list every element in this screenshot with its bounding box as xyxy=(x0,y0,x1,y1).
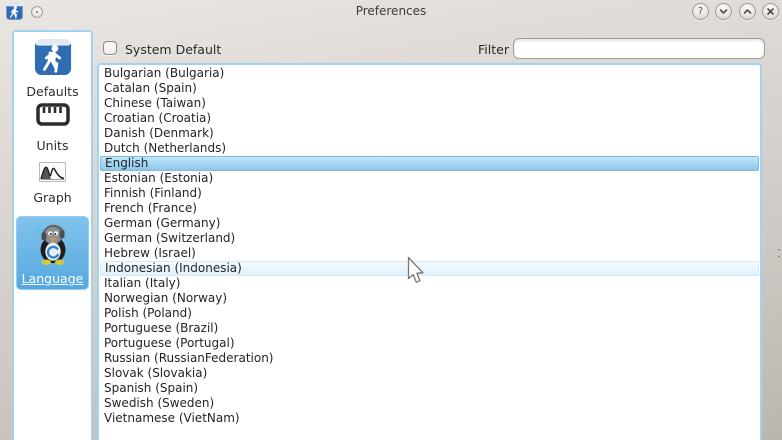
list-item[interactable]: Italian (Italy) xyxy=(100,276,759,291)
hiker-icon xyxy=(34,38,72,80)
list-item-hovered[interactable]: Indonesian (Indonesia) xyxy=(100,261,759,276)
list-item[interactable]: Bulgarian (Bulgaria) xyxy=(100,66,759,81)
list-item[interactable]: Hebrew (Israel) xyxy=(100,246,759,261)
list-item[interactable]: Dutch (Netherlands) xyxy=(100,141,759,156)
filter-input[interactable] xyxy=(513,38,765,59)
list-item[interactable]: Chinese (Taiwan) xyxy=(100,96,759,111)
close-icon xyxy=(765,6,776,17)
close-button[interactable] xyxy=(762,3,779,20)
list-item[interactable]: German (Switzerland) xyxy=(100,231,759,246)
sidebar-item-label: Units xyxy=(37,138,69,153)
list-item[interactable]: Swedish (Sweden) xyxy=(100,396,759,411)
list-item[interactable]: Catalan (Spain) xyxy=(100,81,759,96)
language-list: Bulgarian (Bulgaria) Catalan (Spain) Chi… xyxy=(97,63,762,440)
list-item-selected[interactable]: English xyxy=(100,156,759,171)
list-item[interactable]: Croatian (Croatia) xyxy=(100,111,759,126)
list-item[interactable]: Polish (Poland) xyxy=(100,306,759,321)
ruler-icon xyxy=(35,99,71,134)
list-item[interactable]: Finnish (Finland) xyxy=(100,186,759,201)
graph-icon xyxy=(39,162,66,186)
filter-label: Filter xyxy=(478,42,509,57)
system-default-label: System Default xyxy=(125,42,221,57)
list-item[interactable]: Spanish (Spain) xyxy=(100,381,759,396)
sidebar-item-label: Graph xyxy=(33,190,71,205)
list-item[interactable]: French (France) xyxy=(100,201,759,216)
sidebar-selected-highlight: Language xyxy=(16,216,89,290)
help-button[interactable]: ? xyxy=(692,3,709,20)
list-item[interactable]: German (Germany) xyxy=(100,216,759,231)
titlebar[interactable]: Preferences ? xyxy=(0,0,782,24)
list-item[interactable]: Danish (Denmark) xyxy=(100,126,759,141)
resize-grip[interactable] xyxy=(778,249,781,261)
sidebar-item-label: Language xyxy=(22,271,84,286)
settings-sidebar: Defaults Units Graph xyxy=(12,30,93,440)
list-item[interactable]: Russian (RussianFederation) xyxy=(100,351,759,366)
list-item[interactable]: Portuguese (Portugal) xyxy=(100,336,759,351)
chevron-up-icon xyxy=(742,6,753,17)
window-title: Preferences xyxy=(0,4,782,18)
minimize-button[interactable] xyxy=(715,3,732,20)
preferences-window: Preferences ? xyxy=(0,0,782,440)
chevron-down-icon xyxy=(718,6,729,17)
list-item[interactable]: Vietnamese (VietNam) xyxy=(100,411,759,426)
sidebar-item-units[interactable]: Units xyxy=(14,99,91,153)
list-item[interactable]: Estonian (Estonia) xyxy=(100,171,759,186)
sidebar-item-defaults[interactable]: Defaults xyxy=(14,38,91,99)
list-item[interactable]: Portuguese (Brazil) xyxy=(100,321,759,336)
list-item[interactable]: Norwegian (Norway) xyxy=(100,291,759,306)
penguin-icon xyxy=(30,220,76,270)
maximize-button[interactable] xyxy=(739,3,756,20)
system-default-checkbox[interactable] xyxy=(103,41,117,55)
sidebar-item-graph[interactable]: Graph xyxy=(14,162,91,205)
sidebar-item-language[interactable]: Language xyxy=(14,216,91,290)
list-item[interactable]: Slovak (Slovakia) xyxy=(100,366,759,381)
sidebar-item-label: Defaults xyxy=(26,84,78,99)
